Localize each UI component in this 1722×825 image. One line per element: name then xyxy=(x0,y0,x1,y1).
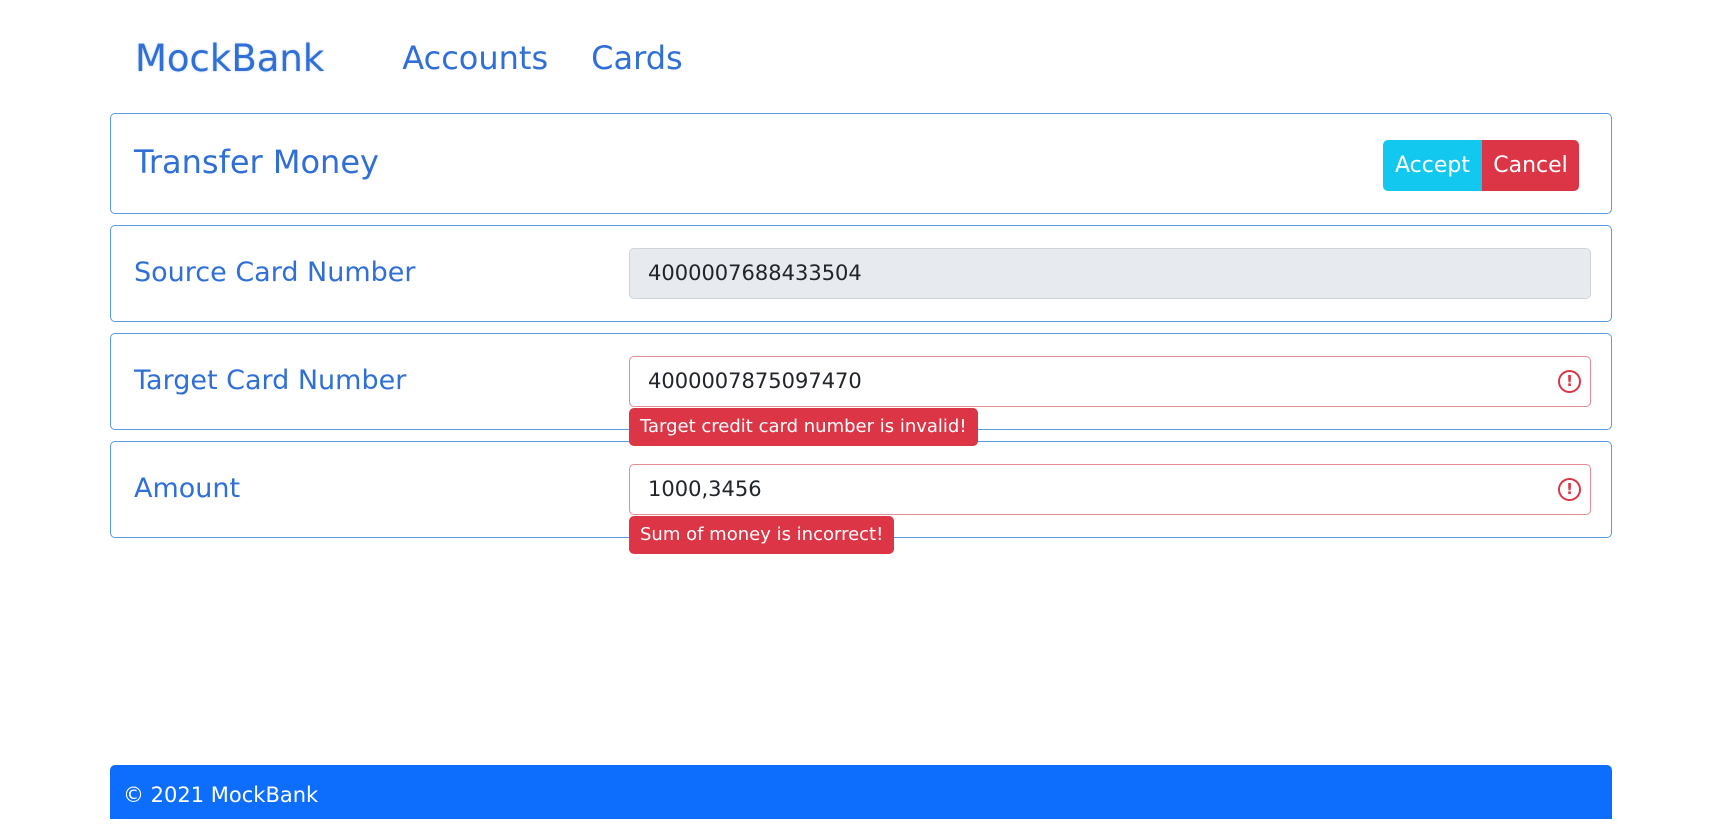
nav-link-cards[interactable]: Cards xyxy=(591,39,683,77)
amount-row: Amount 1000,3456 ! Sum of money is incor… xyxy=(110,441,1612,554)
target-card-input[interactable]: 4000007875097470 xyxy=(629,356,1591,407)
exclamation-circle-icon: ! xyxy=(1558,478,1581,501)
nav-link-accounts[interactable]: Accounts xyxy=(402,39,548,77)
accept-button[interactable]: Accept xyxy=(1383,140,1482,191)
source-card-label: Source Card Number xyxy=(134,257,416,288)
target-card-error-tooltip: Target credit card number is invalid! xyxy=(629,408,978,446)
brand-link[interactable]: MockBank xyxy=(135,37,324,80)
source-card-row: Source Card Number 4000007688433504 xyxy=(110,225,1612,322)
cancel-button[interactable]: Cancel xyxy=(1482,140,1579,191)
navbar: MockBank Accounts Cards xyxy=(135,30,726,86)
source-card-field: 4000007688433504 xyxy=(629,248,1591,299)
transfer-header-panel: Transfer Money Accept Cancel xyxy=(110,113,1612,214)
amount-input[interactable]: 1000,3456 xyxy=(629,464,1591,515)
footer: © 2021 MockBank xyxy=(110,765,1612,819)
action-button-group: Accept Cancel xyxy=(1383,140,1579,191)
footer-copyright: © 2021 MockBank xyxy=(123,783,319,807)
target-card-row: Target Card Number 4000007875097470 ! Ta… xyxy=(110,333,1612,446)
amount-error-tooltip: Sum of money is incorrect! xyxy=(629,516,895,554)
target-card-label: Target Card Number xyxy=(134,365,407,396)
amount-label: Amount xyxy=(134,473,241,504)
exclamation-circle-icon: ! xyxy=(1558,370,1581,393)
page-title: Transfer Money xyxy=(134,143,379,181)
